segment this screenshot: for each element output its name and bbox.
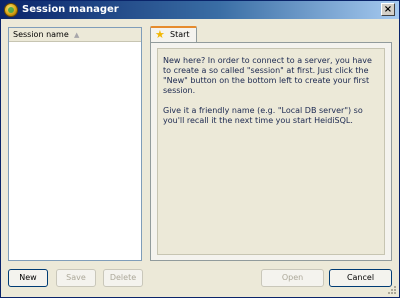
new-button[interactable]: New — [8, 269, 48, 287]
tab-start[interactable]: ★ Start — [150, 26, 197, 42]
star-icon: ★ — [155, 28, 165, 41]
save-button[interactable]: Save — [56, 269, 96, 287]
resize-grip-icon[interactable] — [388, 286, 397, 295]
start-info-box: New here? In order to connect to a serve… — [157, 48, 385, 255]
help-text: New here? In order to connect to a serve… — [163, 56, 381, 136]
tab-start-label: Start — [170, 30, 190, 39]
help-paragraph-1: New here? In order to connect to a serve… — [163, 56, 372, 95]
sort-ascending-icon: ▲ — [74, 31, 80, 39]
delete-button[interactable]: Delete — [103, 269, 143, 287]
start-tab-panel: New here? In order to connect to a serve… — [150, 42, 392, 261]
open-button[interactable]: Open — [261, 269, 324, 287]
column-header-session-name[interactable]: Session name ▲ — [9, 28, 141, 42]
session-list[interactable]: Session name ▲ — [8, 27, 142, 261]
window-title: Session manager — [22, 4, 119, 15]
column-header-label: Session name — [13, 30, 69, 39]
title-bar[interactable]: Session manager × — [1, 1, 399, 19]
session-list-body[interactable] — [9, 42, 141, 260]
session-manager-window: Session manager × Session name ▲ ★ Start… — [0, 0, 400, 298]
help-paragraph-2: Give it a friendly name (e.g. "Local DB … — [163, 106, 363, 125]
cancel-button[interactable]: Cancel — [329, 269, 392, 287]
app-icon — [4, 3, 18, 17]
close-button[interactable]: × — [381, 3, 395, 16]
